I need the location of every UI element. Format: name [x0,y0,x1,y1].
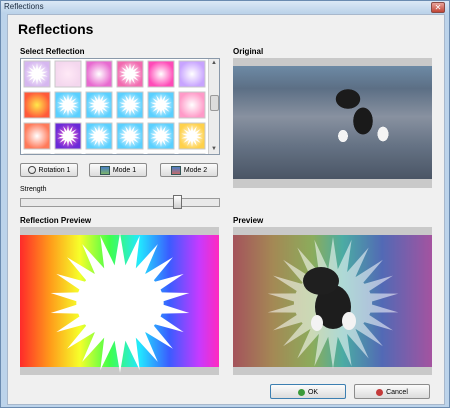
original-photo [233,66,432,179]
strength-label: Strength [20,186,47,193]
strength-slider-track[interactable] [20,198,220,207]
reflection-thumbnail-grid[interactable]: ▲ ▼ [20,58,220,155]
mode1-button-label: Mode 1 [112,167,137,174]
mode2-button-label: Mode 2 [183,167,208,174]
reflection-thumbnail[interactable] [147,60,175,88]
original-image-panel [233,58,432,188]
mode1-button[interactable]: Mode 1 [89,163,147,177]
reflection-preview-label: Reflection Preview [20,216,92,225]
reflection-thumbnail[interactable] [54,60,82,88]
reflection-thumbnail[interactable] [85,60,113,88]
reflection-preview-image [20,233,219,373]
select-reflection-label: Select Reflection [20,47,85,56]
starburst-center [76,266,164,340]
preview-label: Preview [233,216,264,225]
ok-button-label: OK [307,389,319,396]
dialog-body: Reflections Select Reflection Original ▲… [7,14,445,405]
original-label: Original [233,47,264,56]
scroll-thumb[interactable] [210,95,219,111]
cancel-button[interactable]: Cancel [354,384,430,399]
reflection-thumbnail[interactable] [178,91,206,119]
close-button[interactable]: ✕ [431,2,445,13]
check-icon [297,388,305,396]
reflection-thumbnail[interactable] [178,60,206,88]
dialog-window: Reflections ✕ Reflections Select Reflect… [0,0,450,408]
title-bar: Reflections ✕ [1,1,449,13]
close-icon: ✕ [434,3,442,12]
preview-image [233,235,432,369]
thumbnail-canvas [23,60,206,154]
reflection-preview-panel [20,227,219,375]
image-icon [170,165,181,175]
page-title: Reflections [18,21,94,37]
mode2-button[interactable]: Mode 2 [160,163,218,177]
reflection-thumbnail[interactable] [23,91,51,119]
window-title: Reflections [4,2,44,11]
cancel-icon [376,388,384,396]
ok-button[interactable]: OK [270,384,346,399]
thumbnail-scrollbar[interactable]: ▲ ▼ [208,59,219,154]
strength-slider-thumb[interactable] [172,195,182,209]
rotation-button-label: Rotation 1 [38,167,71,174]
scroll-up-icon[interactable]: ▲ [209,59,219,68]
rotation-button[interactable]: Rotation 1 [20,163,78,177]
scroll-down-icon[interactable]: ▼ [209,145,219,154]
image-icon [99,165,110,175]
reflection-thumbnail[interactable] [23,122,51,150]
rotate-icon [27,166,36,175]
preview-panel [233,227,432,375]
cancel-button-label: Cancel [386,389,408,396]
